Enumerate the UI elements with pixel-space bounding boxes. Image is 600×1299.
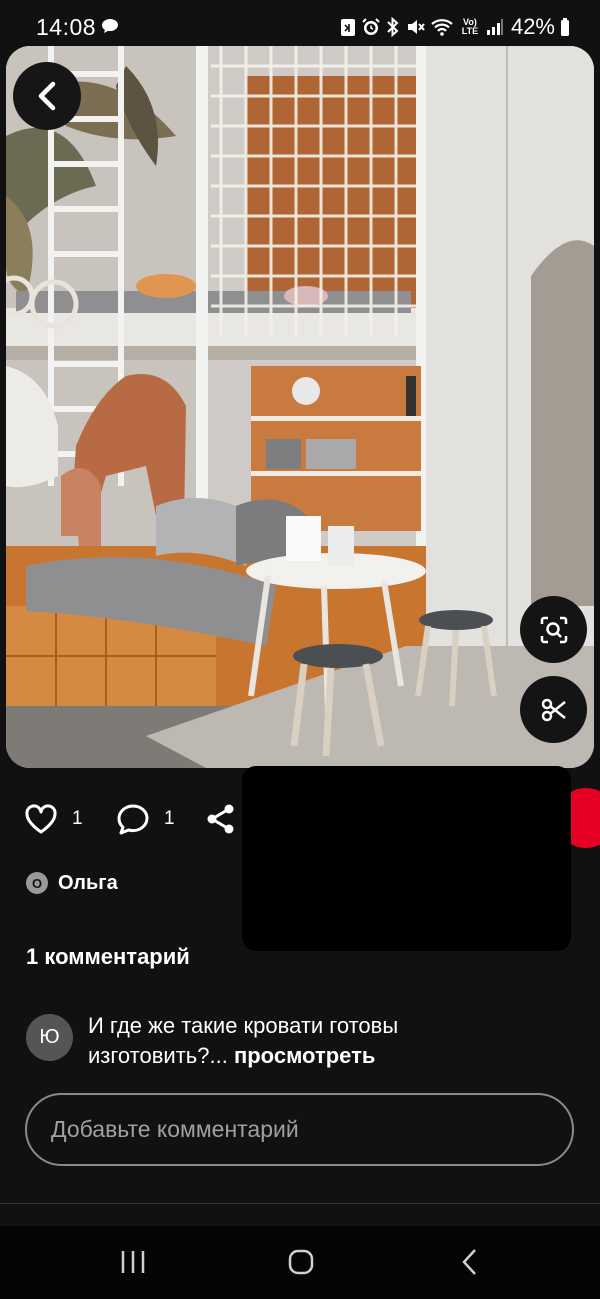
heart-icon: [25, 804, 57, 834]
divider: [0, 1203, 600, 1204]
visual-search-button[interactable]: [520, 596, 587, 663]
alarm-icon: [361, 17, 381, 37]
like-button[interactable]: 1: [24, 796, 83, 842]
back-arrow-icon: [462, 1249, 476, 1275]
home-icon: [288, 1249, 314, 1275]
message-icon: [101, 18, 119, 34]
bluetooth-icon: [386, 17, 400, 37]
back-button[interactable]: [13, 62, 81, 130]
chevron-left-icon: [38, 81, 56, 111]
system-back-button[interactable]: [450, 1244, 490, 1280]
comment-button[interactable]: 1: [116, 796, 175, 842]
recents-icon: [121, 1251, 145, 1273]
add-comment-field[interactable]: [25, 1093, 574, 1166]
battery-percent: 42%: [510, 14, 555, 39]
visual-search-icon: [540, 616, 567, 643]
home-button[interactable]: [281, 1244, 321, 1280]
comment-count: 1: [164, 808, 175, 829]
redaction-overlay: [242, 766, 571, 951]
pin-author[interactable]: О Ольга: [26, 871, 118, 895]
status-icons: Vo) LTE 42%: [340, 14, 570, 40]
recents-button[interactable]: [113, 1244, 153, 1280]
view-more-link[interactable]: просмотреть: [234, 1043, 375, 1068]
comment-bubble-icon: [117, 804, 149, 835]
commenter-avatar[interactable]: Ю: [26, 1014, 73, 1061]
scissors-icon: [541, 698, 566, 721]
status-bar: 14:08 Vo) LTE 42%: [0, 0, 600, 48]
network-label: Vo) LTE: [461, 17, 479, 36]
system-nav-bar: [0, 1226, 600, 1299]
comment-input[interactable]: [27, 1095, 572, 1164]
author-name: Ольга: [58, 871, 118, 894]
share-icon: [207, 804, 234, 834]
comment-text-block: И где же такие кровати готовы изготовить…: [88, 1011, 508, 1071]
nfc-icon: [340, 17, 356, 37]
like-count: 1: [72, 808, 83, 829]
share-button[interactable]: [204, 796, 238, 842]
signal-icon: [486, 17, 504, 37]
author-avatar: О: [26, 872, 48, 894]
battery-icon: [560, 17, 570, 37]
cutout-button[interactable]: [520, 676, 587, 743]
wifi-icon: [430, 17, 454, 37]
pin-image[interactable]: [6, 46, 594, 768]
status-time: 14:08: [36, 14, 97, 40]
mute-icon: [405, 17, 425, 37]
comments-heading: 1 комментарий: [26, 944, 190, 969]
